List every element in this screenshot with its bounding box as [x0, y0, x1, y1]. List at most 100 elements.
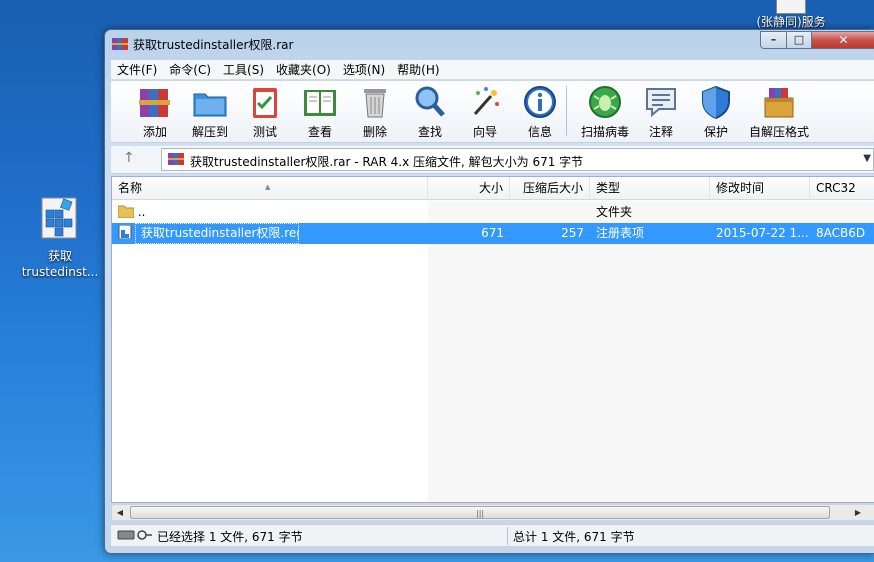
file-rows: .. 文件夹 获取trustedinstaller权限.reg 671 257 … [112, 201, 874, 502]
rar-archive-icon [168, 153, 184, 165]
row-name: 获取trustedinstaller权限.reg [135, 223, 299, 244]
books-icon [139, 89, 170, 117]
status-selection: 已经选择 1 文件, 671 字节 [157, 530, 303, 544]
scroll-thumb[interactable]: ||| [130, 506, 830, 519]
comment-icon [646, 88, 676, 118]
column-type[interactable]: 类型 [590, 177, 710, 200]
row-size: 671 [481, 226, 504, 240]
row-icon-cell [112, 223, 134, 244]
title-bar[interactable]: 获取trustedinstaller权限.rar – □ ✕ [105, 30, 874, 58]
column-packed[interactable]: 压缩后大小 [510, 177, 590, 200]
toolbar: 添加 解压到 测试 查看 删除 查找 向导 信息 扫描病毒 注释 保护 自解压格… [111, 81, 874, 143]
chevron-down-icon[interactable]: ▼ [863, 153, 871, 164]
desktop-icon-label-line2: trustedinst... [21, 265, 99, 279]
desktop-icon-reg-file[interactable]: 获取 trustedinst... [20, 192, 100, 280]
column-name-label: 名称 [118, 181, 143, 195]
wizard-button[interactable]: 向导 [460, 83, 510, 139]
delete-button[interactable]: 删除 [350, 83, 400, 139]
window-title: 获取trustedinstaller权限.rar [133, 38, 294, 52]
book-open-icon [304, 90, 336, 116]
registry-file-icon [118, 224, 132, 240]
row-type: 文件夹 [596, 205, 633, 219]
desktop-icon-label-line1: 获取 [47, 249, 72, 263]
scroll-right-icon[interactable]: ▶ [850, 505, 866, 520]
sfx-label: 自解压格式 [748, 125, 809, 139]
menu-bar: 文件(F) 命令(C) 工具(S) 收藏夹(O) 选项(N) 帮助(H) [111, 60, 874, 80]
test-label: 测试 [252, 125, 277, 139]
find-button[interactable]: 查找 [405, 83, 455, 139]
drive-key-icon [117, 530, 152, 540]
close-button[interactable]: ✕ [811, 31, 874, 49]
minimize-button[interactable]: – [760, 31, 787, 49]
table-row-parent[interactable]: .. 文件夹 [112, 202, 874, 223]
info-button[interactable]: 信息 [515, 83, 565, 139]
row-modified: 2015-07-22 1... [716, 226, 809, 240]
folder-icon [117, 205, 135, 219]
document-icon [776, 0, 806, 14]
horizontal-scrollbar[interactable]: ◀ ||| ▶ [111, 504, 874, 521]
comment-button[interactable]: 注释 [636, 83, 686, 139]
menu-tools[interactable]: 工具(S) [217, 60, 270, 80]
row-name: .. [137, 205, 146, 219]
maximize-button[interactable]: □ [786, 31, 812, 49]
grip-icon: ||| [476, 509, 485, 518]
protect-label: 保护 [703, 125, 728, 139]
maximize-icon: □ [793, 33, 805, 46]
row-name-cell: .. [112, 202, 428, 223]
bug-icon [589, 86, 621, 118]
address-path: 获取trustedinstaller权限.rar - RAR 4.x 压缩文件,… [190, 155, 584, 169]
extract-to-label: 解压到 [191, 125, 228, 139]
column-name[interactable]: 名称 ▲ [112, 177, 428, 200]
desktop-shortcut-label: (张静同)服务 [756, 15, 826, 29]
test-button[interactable]: 测试 [240, 83, 290, 139]
folder-extract-icon [193, 93, 227, 117]
view-button[interactable]: 查看 [295, 83, 345, 139]
menu-help[interactable]: 帮助(H) [391, 60, 445, 80]
shield-icon [702, 85, 730, 120]
up-folder-icon[interactable]: ↑ [123, 150, 135, 166]
winrar-app-icon [112, 38, 128, 50]
view-label: 查看 [307, 125, 332, 139]
row-packed: 257 [561, 226, 584, 240]
row-crc [810, 202, 874, 223]
scan-virus-label: 扫描病毒 [580, 125, 629, 139]
scan-virus-button[interactable]: 扫描病毒 [575, 83, 635, 139]
column-crc[interactable]: CRC32 [810, 177, 874, 200]
empty-area [428, 201, 874, 502]
minimize-icon: – [770, 33, 777, 46]
extract-to-button[interactable]: 解压到 [185, 83, 235, 139]
status-separator [507, 527, 508, 545]
menu-commands[interactable]: 命令(C) [163, 60, 217, 80]
status-bar: 已经选择 1 文件, 671 字节 总计 1 文件, 671 字节 [111, 524, 874, 546]
sfx-box-icon [764, 88, 794, 118]
address-field[interactable]: 获取trustedinstaller权限.rar - RAR 4.x 压缩文件,… [161, 148, 874, 171]
sfx-button[interactable]: 自解压格式 [747, 83, 811, 139]
menu-file[interactable]: 文件(F) [111, 60, 163, 80]
protect-button[interactable]: 保护 [691, 83, 741, 139]
column-header: 名称 ▲ 大小 压缩后大小 类型 修改时间 CRC32 [112, 177, 874, 200]
file-list: 名称 ▲ 大小 压缩后大小 类型 修改时间 CRC32 .. 文件夹 获取tru… [111, 176, 874, 503]
clipboard-check-icon [253, 88, 277, 118]
close-icon: ✕ [838, 33, 849, 47]
add-button[interactable]: 添加 [130, 83, 180, 139]
sort-arrow-icon: ▲ [265, 183, 271, 191]
row-packed [510, 202, 590, 223]
wand-icon [473, 87, 499, 115]
table-row-selected[interactable]: 获取trustedinstaller权限.reg 671 257 注册表项 20… [112, 223, 874, 244]
scroll-left-icon[interactable]: ◀ [112, 505, 128, 520]
toolbar-separator [566, 86, 567, 136]
delete-label: 删除 [362, 125, 387, 139]
menu-favorites[interactable]: 收藏夹(O) [270, 60, 337, 80]
column-size[interactable]: 大小 [428, 177, 510, 200]
find-label: 查找 [417, 125, 442, 139]
column-modified[interactable]: 修改时间 [710, 177, 810, 200]
magnifier-icon [415, 86, 445, 117]
menu-options[interactable]: 选项(N) [337, 60, 391, 80]
winrar-window: 获取trustedinstaller权限.rar – □ ✕ 文件(F) 命令(C… [104, 29, 874, 554]
row-modified [710, 202, 810, 223]
address-bar: ↑ 获取trustedinstaller权限.rar - RAR 4.x 压缩文… [111, 146, 874, 174]
row-size [428, 202, 510, 223]
comment-label: 注释 [648, 125, 673, 139]
row-type: 注册表项 [596, 226, 645, 240]
info-icon [524, 86, 556, 118]
